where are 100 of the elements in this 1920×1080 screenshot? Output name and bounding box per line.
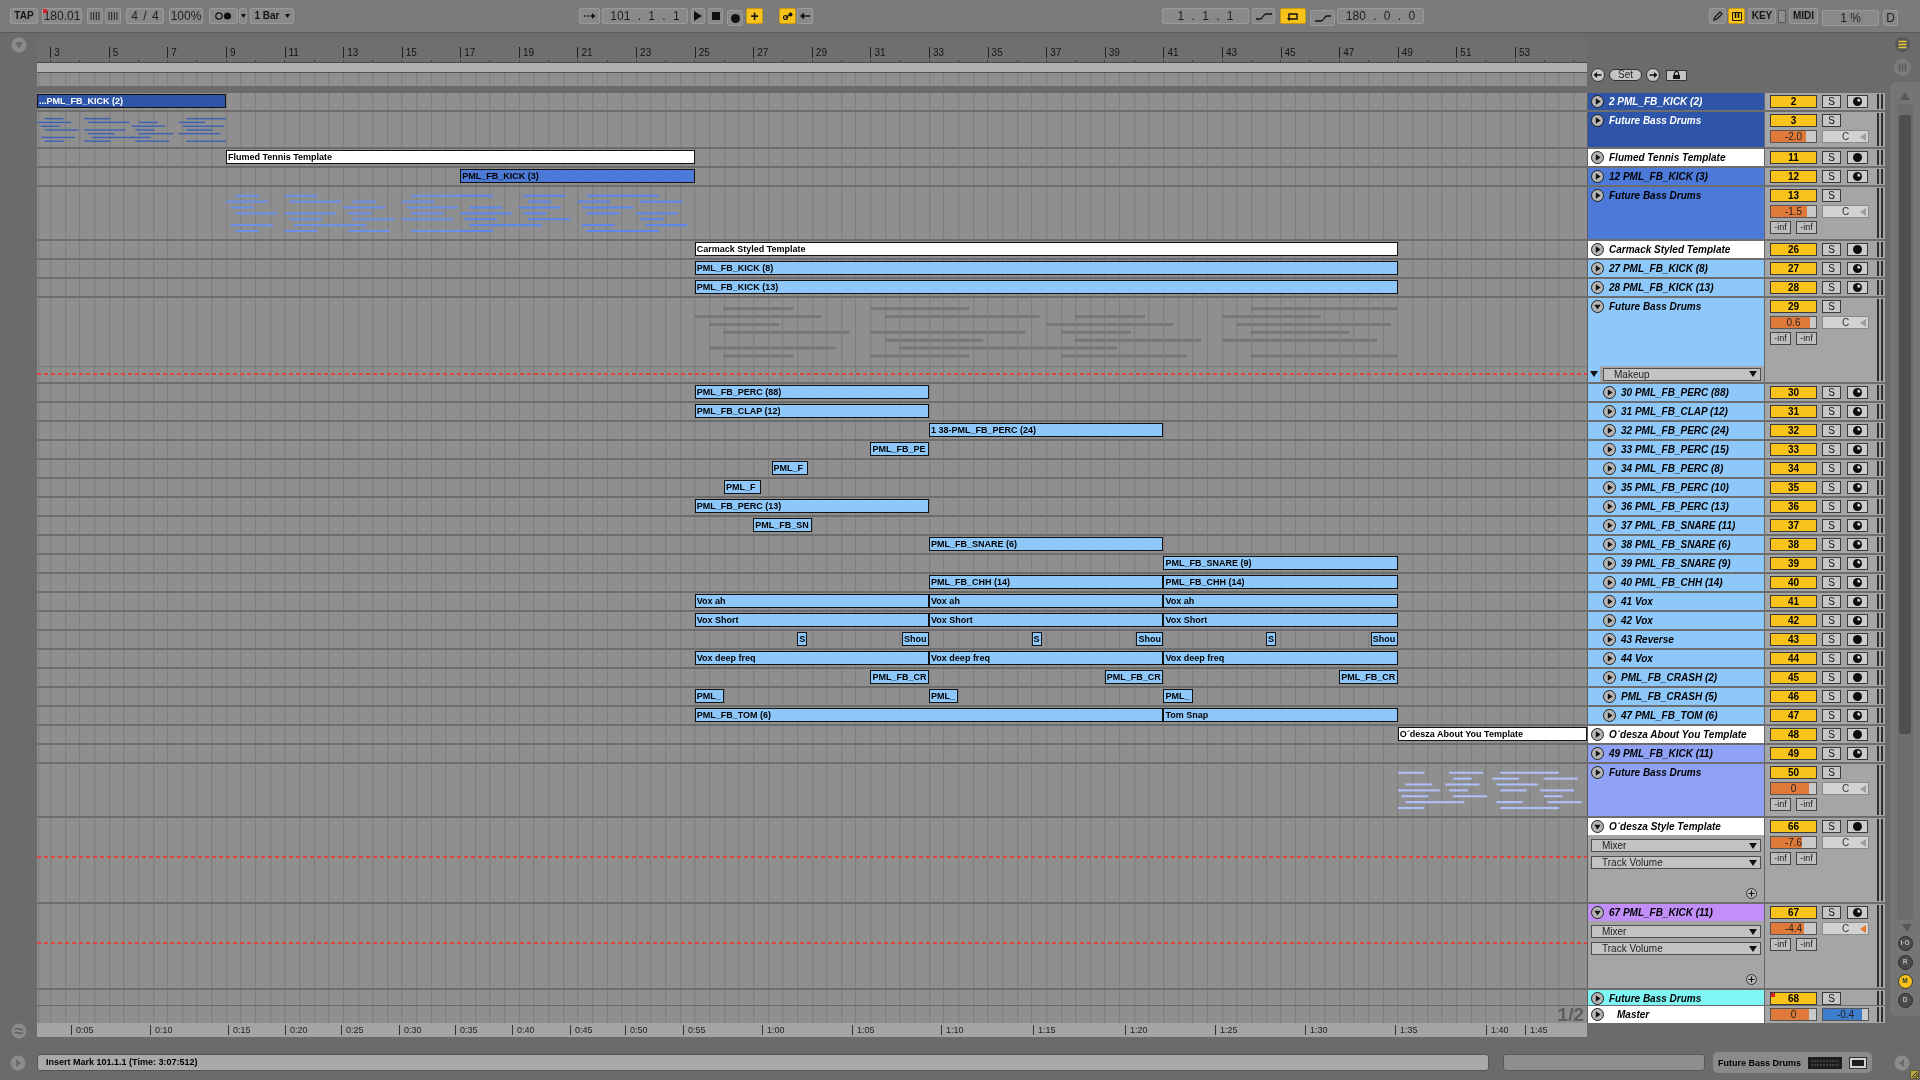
solo-button[interactable]: S: [1822, 557, 1841, 570]
volume-slider[interactable]: -1.5: [1770, 205, 1817, 218]
track-activator-button[interactable]: 11: [1770, 151, 1817, 164]
loop-strip[interactable]: [37, 62, 1587, 72]
peak-readout[interactable]: -inf: [1796, 221, 1817, 234]
automation-dropdown[interactable]: Makeup: [1603, 367, 1761, 381]
solo-button[interactable]: S: [1822, 170, 1841, 183]
solo-button[interactable]: S: [1822, 500, 1841, 513]
solo-button[interactable]: S: [1822, 728, 1841, 741]
track-activator-button[interactable]: 38: [1770, 538, 1817, 551]
track-header[interactable]: PML_FB_CRASH (5): [1600, 688, 1764, 705]
track-lane[interactable]: PML_F: [37, 460, 1587, 477]
track-activator-button[interactable]: 39: [1770, 557, 1817, 570]
track-header[interactable]: 38 PML_FB_SNARE (6): [1600, 536, 1764, 553]
track-activator-button[interactable]: 46: [1770, 690, 1817, 703]
pan-control[interactable]: C: [1822, 836, 1869, 849]
solo-button[interactable]: S: [1822, 595, 1841, 608]
track-activator-button[interactable]: 3: [1770, 114, 1817, 127]
follow-button[interactable]: [579, 8, 600, 24]
track-header[interactable]: 30 PML_FB_PERC (88): [1600, 384, 1764, 401]
arm-button[interactable]: [1847, 614, 1868, 627]
pan-control[interactable]: C: [1822, 922, 1869, 935]
arm-button[interactable]: [1847, 557, 1868, 570]
time-signature-field[interactable]: 4 / 4: [126, 8, 164, 24]
clip[interactable]: PML_F: [771, 461, 809, 475]
clip[interactable]: PML_: [929, 689, 959, 703]
arm-button[interactable]: [1847, 405, 1868, 418]
time-ruler[interactable]: 0:05 0:10 0:15 0:20 0:25 0:30 0:35 0:40 0:45 0:50 0:55 1:00 1:05 1:10 1:15 1:20 1:25 1:30 1:35 1:40 1:45: [37, 1023, 1587, 1037]
solo-button[interactable]: S: [1822, 300, 1841, 313]
volume-slider[interactable]: -2.0: [1770, 130, 1817, 143]
midi-map-button[interactable]: MIDI: [1789, 8, 1818, 24]
resize-grip-icon[interactable]: [1910, 1070, 1919, 1079]
peak-readout[interactable]: -inf: [1770, 938, 1791, 951]
volume-slider[interactable]: 0: [1770, 782, 1817, 795]
track-header[interactable]: 43 Reverse: [1600, 631, 1764, 648]
solo-button[interactable]: S: [1822, 820, 1841, 833]
track-header[interactable]: 39 PML_FB_SNARE (9): [1600, 555, 1764, 572]
peak-readout[interactable]: -inf: [1796, 798, 1817, 811]
track-header[interactable]: Future Bass Drums Makeup: [1588, 298, 1764, 382]
clip[interactable]: PML_FB_KICK (8): [694, 261, 1398, 275]
track-activator-button[interactable]: 48: [1770, 728, 1817, 741]
track-lane[interactable]: S Shou S Shou S Shou: [37, 631, 1587, 648]
automation-dropdown[interactable]: Track Volume: [1591, 856, 1761, 869]
clip[interactable]: Shou: [902, 632, 929, 646]
solo-button[interactable]: S: [1822, 462, 1841, 475]
track-header[interactable]: 40 PML_FB_CHH (14): [1600, 574, 1764, 591]
track-header[interactable]: 31 PML_FB_CLAP (12): [1600, 403, 1764, 420]
re-enable-automation-button[interactable]: [797, 8, 813, 24]
track-header[interactable]: Flumed Tennis Template: [1588, 149, 1764, 166]
track-activator-button[interactable]: 37: [1770, 519, 1817, 532]
track-activator-button[interactable]: 42: [1770, 614, 1817, 627]
track-activator-button[interactable]: 31: [1770, 405, 1817, 418]
clip[interactable]: Flumed Tennis Template: [225, 150, 695, 164]
clip[interactable]: Tom Snap: [1163, 708, 1398, 722]
record-button[interactable]: [727, 10, 743, 26]
loop-button[interactable]: [1280, 8, 1306, 24]
arm-button[interactable]: [1847, 820, 1868, 833]
clip[interactable]: S: [1265, 632, 1277, 646]
solo-button[interactable]: S: [1822, 443, 1841, 456]
track-activator-button[interactable]: 28: [1770, 281, 1817, 294]
track-header[interactable]: 27 PML_FB_KICK (8): [1588, 260, 1764, 277]
set-locator-button[interactable]: Set: [1609, 69, 1642, 81]
arm-button[interactable]: [1847, 652, 1868, 665]
arm-button[interactable]: [1847, 538, 1868, 551]
lines-circle-icon[interactable]: [1895, 37, 1910, 52]
track-header[interactable]: Carmack Styled Template: [1588, 241, 1764, 258]
track-activator-button[interactable]: 34: [1770, 462, 1817, 475]
track-header[interactable]: Future Bass Drums: [1588, 990, 1764, 1005]
arm-button[interactable]: [1847, 576, 1868, 589]
track-activator-button[interactable]: 32: [1770, 424, 1817, 437]
clip[interactable]: PML_FB_TOM (6): [694, 708, 1164, 722]
track-header[interactable]: 34 PML_FB_PERC (8): [1600, 460, 1764, 477]
bar-ruler[interactable]: 3 5 7 9 11 13 15 17 19 21 23 25 27 29 31 33 35 37 39 41 43 45 47 49 51 53: [37, 38, 1587, 62]
track-activator-button[interactable]: 29: [1770, 300, 1817, 313]
track-lane[interactable]: Flumed Tennis Template: [37, 149, 1587, 166]
solo-button[interactable]: S: [1822, 576, 1841, 589]
track-header[interactable]: O´desza Style Template: [1588, 818, 1764, 835]
plus-circle-icon[interactable]: [1746, 974, 1757, 985]
peak-readout[interactable]: -inf: [1796, 852, 1817, 865]
solo-button[interactable]: S: [1822, 281, 1841, 294]
track-lane[interactable]: [37, 298, 1587, 366]
track-header[interactable]: 37 PML_FB_SNARE (11): [1600, 517, 1764, 534]
track-lane[interactable]: PML_FB_CHH (14) PML_FB_CHH (14): [37, 574, 1587, 591]
arm-button[interactable]: [1847, 728, 1868, 741]
track-lane[interactable]: Carmack Styled Template: [37, 241, 1587, 258]
track-activator-button[interactable]: 40: [1770, 576, 1817, 589]
clip[interactable]: PML_FB_KICK (13): [694, 280, 1398, 294]
arm-button[interactable]: [1847, 443, 1868, 456]
track-activator-button[interactable]: 26: [1770, 243, 1817, 256]
pan-control[interactable]: C: [1822, 205, 1869, 218]
track-header[interactable]: O´desza About You Template: [1588, 726, 1764, 743]
track-activator-button[interactable]: 36: [1770, 500, 1817, 513]
nudge-button[interactable]: [105, 8, 121, 24]
arm-button[interactable]: [1847, 595, 1868, 608]
volume-slider[interactable]: 0: [1770, 1008, 1817, 1021]
tap-button[interactable]: TAP: [10, 8, 38, 24]
song-position-field[interactable]: 101 . 1 . 1: [602, 8, 688, 24]
track-header[interactable]: 44 Vox: [1600, 650, 1764, 667]
track-lane[interactable]: PML_FB_SN: [37, 517, 1587, 534]
clip[interactable]: PML_FB_CR: [870, 670, 929, 684]
